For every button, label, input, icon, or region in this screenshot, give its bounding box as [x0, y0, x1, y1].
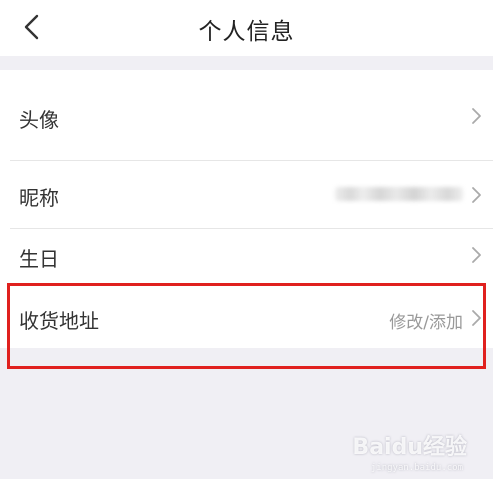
watermark-url: jingyan.baidu.com [370, 463, 463, 473]
chevron-right-icon [472, 108, 481, 124]
row-label: 生日 [19, 247, 59, 271]
row-shipping-address[interactable]: 收货地址 修改/添加 [0, 289, 493, 348]
row-label: 昵称 [19, 186, 59, 210]
row-nickname[interactable]: 昵称 [0, 161, 493, 229]
section-gap [0, 56, 493, 70]
row-label: 头像 [19, 108, 59, 132]
page-title: 个人信息 [198, 19, 295, 45]
watermark-logo: Baidu经验 [352, 435, 467, 460]
navigation-bar: 个人信息 [0, 0, 493, 56]
row-label: 收货地址 [19, 309, 99, 333]
nickname-value-blurred [335, 187, 463, 201]
row-avatar[interactable]: 头像 [0, 70, 493, 161]
row-value: 修改/添加 [389, 313, 463, 333]
profile-list: 头像 昵称 生日 收货地址 修改/添加 [0, 70, 493, 348]
chevron-right-icon [472, 310, 481, 326]
chevron-right-icon [472, 187, 481, 203]
chevron-right-icon [472, 247, 481, 263]
row-birthday[interactable]: 生日 [0, 229, 493, 289]
